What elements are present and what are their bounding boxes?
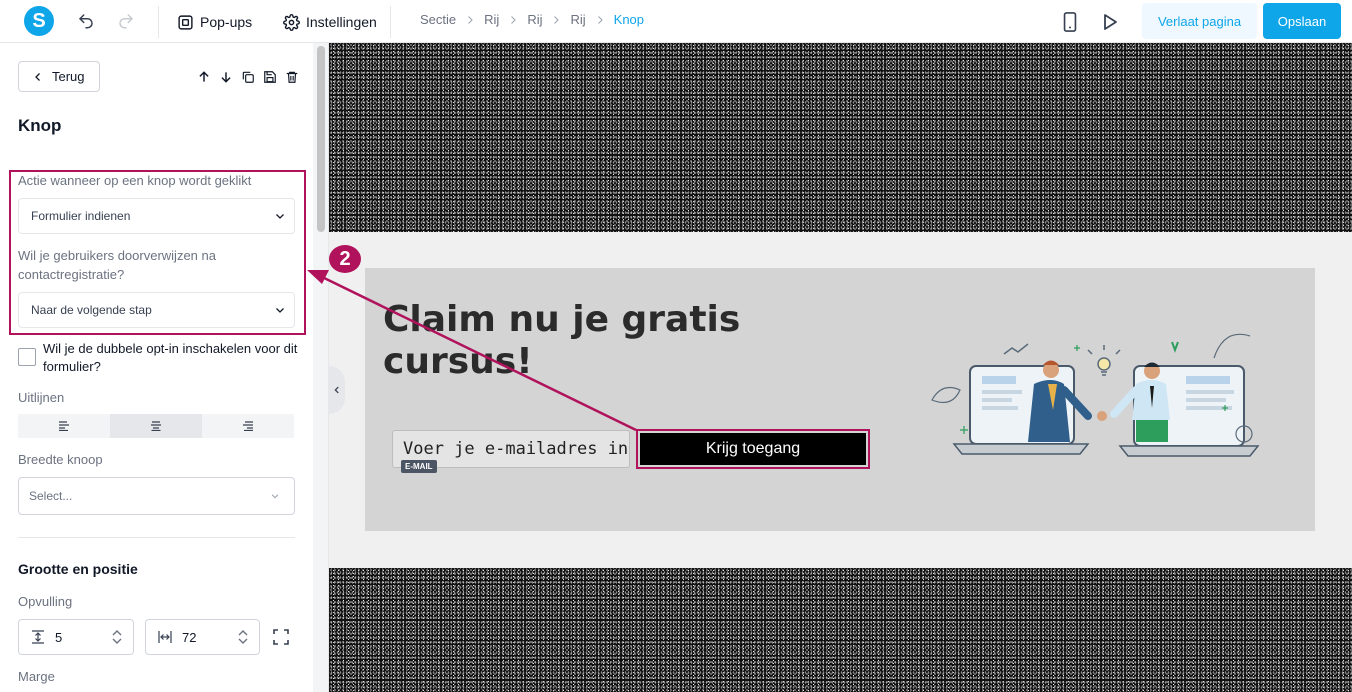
double-optin-checkbox[interactable]: [18, 348, 36, 366]
noise-background-top: [329, 43, 1352, 232]
margin-label: Marge: [18, 669, 55, 684]
breadcrumb-row[interactable]: Rij: [527, 12, 542, 27]
breadcrumb-row[interactable]: Rij: [484, 12, 499, 27]
chevron-right-icon: [550, 14, 562, 26]
stepper-icon[interactable]: [111, 629, 123, 648]
horizontal-padding-icon: [158, 630, 172, 644]
vertical-padding-icon: [31, 630, 45, 644]
back-button[interactable]: Terug: [18, 61, 100, 92]
expand-icon[interactable]: [269, 625, 293, 649]
check-decoration-icon: [1171, 341, 1179, 353]
properties-panel: Terug Knop Actie wanneer op een knop wor…: [0, 43, 313, 692]
cta-button[interactable]: Krijg toegang: [640, 433, 866, 465]
align-center-icon[interactable]: [110, 414, 202, 438]
annotation-highlight-box: [9, 170, 306, 335]
move-down-icon[interactable]: [217, 68, 234, 85]
gear-icon: [283, 13, 300, 31]
trend-arrow-icon: [1003, 343, 1029, 355]
chevron-left-icon: [332, 384, 342, 396]
stepper-icon[interactable]: [237, 629, 249, 648]
top-toolbar: S Pop-ups Instellingen Sectie Rij Rij Ri…: [0, 0, 1352, 43]
padding-vertical-input[interactable]: 5: [18, 619, 134, 655]
width-label: Breedte knoop: [18, 452, 103, 467]
lightbulb-icon: [1087, 345, 1121, 376]
divider: [158, 6, 159, 38]
email-field-badge: E-MAIL: [401, 460, 437, 473]
selected-button-frame[interactable]: Krijg toegang: [636, 429, 870, 469]
padding-label: Opvulling: [18, 594, 73, 609]
width-select[interactable]: Select...: [18, 477, 295, 515]
breadcrumb: Sectie Rij Rij Rij Knop: [420, 12, 644, 27]
width-placeholder: Select...: [29, 489, 73, 503]
step-number-badge: 2: [329, 245, 361, 273]
align-left-icon[interactable]: [18, 414, 110, 438]
undo-icon[interactable]: [74, 9, 98, 33]
save-button[interactable]: Opslaan: [1263, 3, 1341, 39]
divider: [18, 537, 295, 538]
sidebar-scroll-thumb[interactable]: [317, 46, 325, 232]
alignment-toggle: [18, 414, 294, 438]
popups-label: Pop-ups: [200, 14, 253, 30]
headline[interactable]: Claim nu je gratis cursus!: [383, 299, 763, 383]
settings-label: Instellingen: [306, 14, 377, 30]
popup-icon: [177, 14, 194, 31]
panel-title: Knop: [18, 116, 62, 135]
play-preview-icon[interactable]: [1098, 10, 1122, 34]
leaf-icon: [931, 387, 961, 403]
padding-horizontal-input[interactable]: 72: [145, 619, 260, 655]
decorative-curve-icon: [1213, 333, 1251, 359]
handshake-illustration: [931, 333, 1260, 457]
page-canvas: Claim nu je gratis cursus! Voer je e-mai…: [329, 43, 1352, 692]
duplicate-icon[interactable]: [239, 68, 256, 85]
app-logo[interactable]: S: [24, 6, 54, 36]
leave-page-button[interactable]: Verlaat pagina: [1142, 3, 1257, 39]
handshake-icon: [1097, 411, 1107, 421]
padding-vertical-value: 5: [55, 629, 63, 645]
back-label: Terug: [52, 69, 85, 84]
redo-icon[interactable]: [114, 9, 138, 33]
align-label: Uitlijnen: [18, 390, 65, 405]
padding-horizontal-value: 72: [182, 629, 197, 645]
breadcrumb-section[interactable]: Sectie: [420, 12, 456, 27]
chevron-right-icon: [464, 14, 476, 26]
chevron-left-icon: [32, 71, 44, 83]
element-tools: [195, 68, 300, 85]
align-right-icon[interactable]: [202, 414, 294, 438]
breadcrumb-row[interactable]: Rij: [570, 12, 585, 27]
popups-button[interactable]: Pop-ups: [177, 11, 252, 33]
move-up-icon[interactable]: [195, 68, 212, 85]
save-block-icon[interactable]: [261, 68, 278, 85]
trash-icon[interactable]: [283, 68, 300, 85]
mobile-preview-icon[interactable]: [1058, 10, 1082, 34]
size-section-title: Grootte en positie: [18, 561, 138, 577]
settings-button[interactable]: Instellingen: [283, 11, 377, 33]
email-placeholder: Voer je e-mailadres in: [403, 439, 629, 459]
chevron-right-icon: [507, 14, 519, 26]
chevron-down-icon: [270, 491, 280, 501]
noise-background-bottom: [329, 568, 1352, 692]
divider: [390, 6, 391, 38]
double-optin-label[interactable]: Wil je de dubbele opt-in inschakelen voo…: [43, 340, 303, 376]
chevron-right-icon: [594, 14, 606, 26]
breadcrumb-button[interactable]: Knop: [614, 12, 644, 27]
